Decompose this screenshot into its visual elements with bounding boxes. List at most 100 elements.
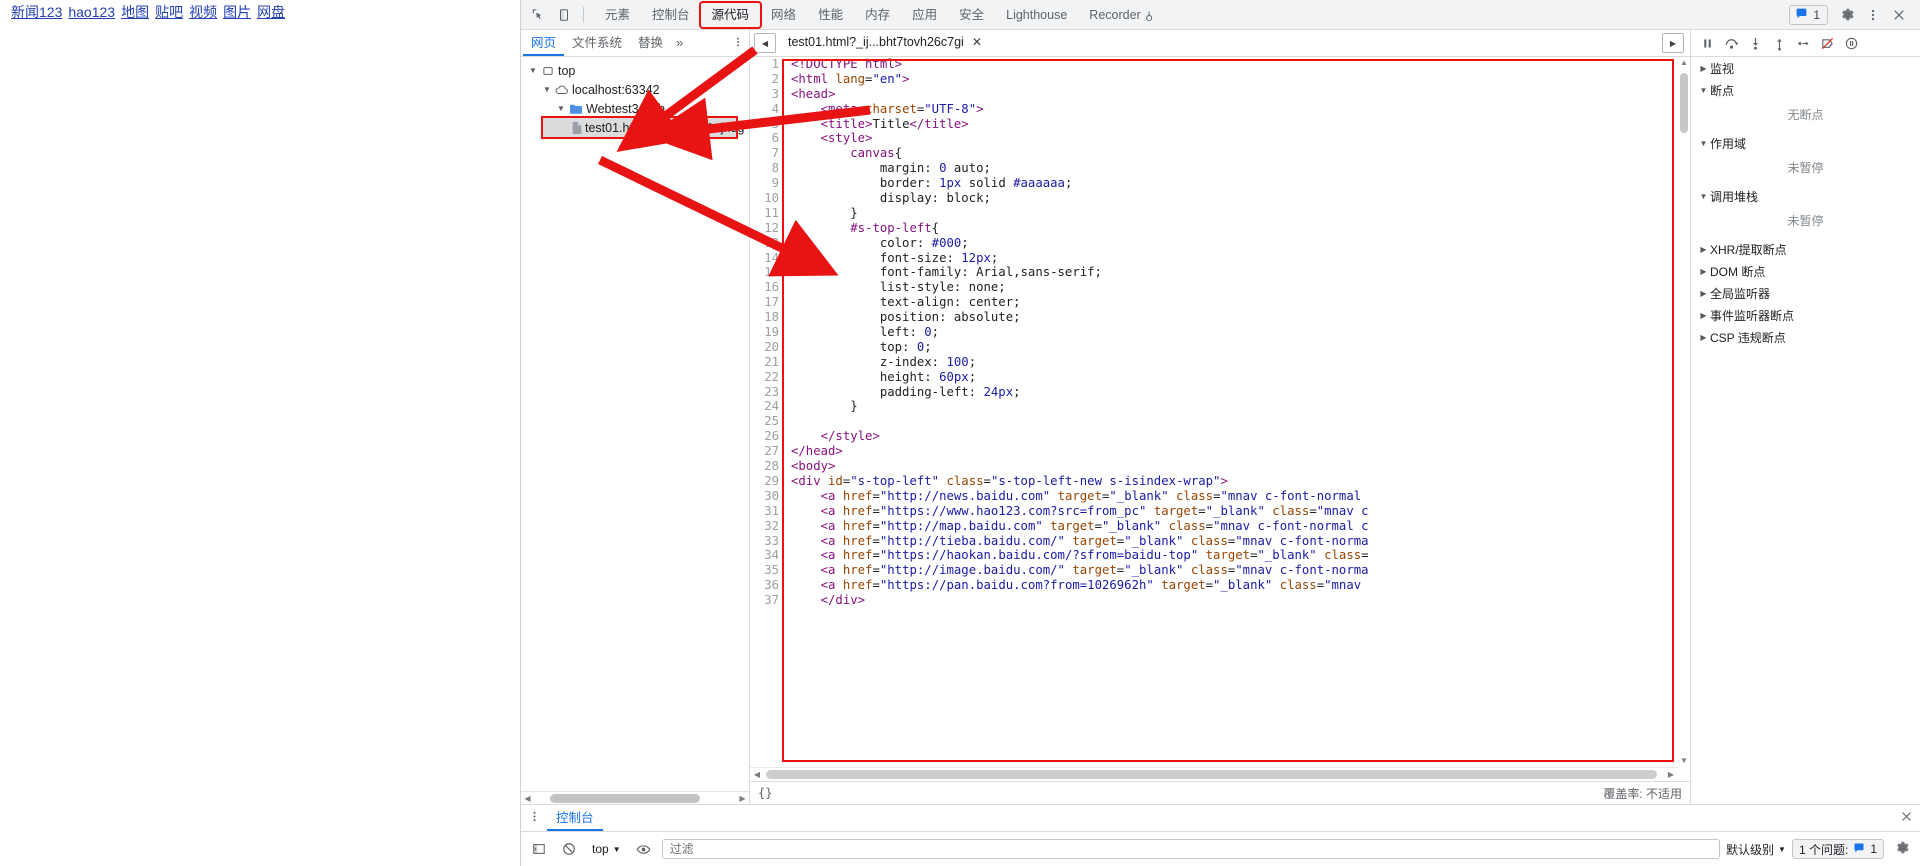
scroll-up-arrow[interactable]: ▲ [1680, 57, 1688, 69]
clear-console-icon[interactable] [557, 838, 581, 860]
line-number[interactable]: 30 [750, 489, 784, 504]
code-line[interactable]: 14 font-size: 12px; [750, 251, 1678, 266]
code-line[interactable]: 6 <style> [750, 131, 1678, 146]
code-line[interactable]: 4 <meta charset="UTF-8"> [750, 102, 1678, 117]
debugger-section-断点[interactable]: ▼ 断点 [1691, 79, 1920, 101]
code-line[interactable]: 2 <html lang="en"> [750, 72, 1678, 87]
console-filter-input[interactable] [661, 839, 1721, 859]
scroll-track[interactable] [1678, 69, 1690, 755]
code-line[interactable]: 1 <!DOCTYPE html> [750, 57, 1678, 72]
line-number[interactable]: 2 [750, 72, 784, 87]
code-line[interactable]: 9 border: 1px solid #aaaaaa; [750, 176, 1678, 191]
line-number[interactable]: 32 [750, 519, 784, 534]
code-line[interactable]: 10 display: block; [750, 191, 1678, 206]
code-line[interactable]: 12 #s-top-left{ [750, 221, 1678, 236]
code-line[interactable]: 26 </style> [750, 429, 1678, 444]
navigator-tab-替换[interactable]: 替换 [630, 30, 671, 56]
code-line[interactable]: 25 [750, 414, 1678, 429]
line-number[interactable]: 31 [750, 504, 784, 519]
code-line[interactable]: 13 color: #000; [750, 236, 1678, 251]
tree-node-localhost:63342[interactable]: ▼ localhost:63342 [521, 80, 749, 99]
page-nav-link-1[interactable]: hao123 [68, 4, 115, 20]
code-line[interactable]: 30 <a href="http://news.baidu.com" targe… [750, 489, 1678, 504]
scroll-thumb[interactable] [766, 770, 1657, 779]
code-line[interactable]: 23 padding-left: 24px; [750, 385, 1678, 400]
panel-tab-控制台[interactable]: 控制台 [641, 3, 701, 27]
line-number[interactable]: 35 [750, 563, 784, 578]
line-number[interactable]: 28 [750, 459, 784, 474]
code-line[interactable]: 5 <title>Title</title> [750, 117, 1678, 132]
line-number[interactable]: 21 [750, 355, 784, 370]
line-number[interactable]: 16 [750, 280, 784, 295]
line-number[interactable]: 11 [750, 206, 784, 221]
line-number[interactable]: 3 [750, 87, 784, 102]
panel-collapse-icon[interactable]: ◀ [754, 33, 776, 53]
line-number[interactable]: 7 [750, 146, 784, 161]
line-number[interactable]: 29 [750, 474, 784, 489]
page-nav-link-6[interactable]: 网盘 [257, 4, 285, 20]
scroll-left-arrow[interactable]: ◀ [521, 794, 534, 803]
console-level-selector[interactable]: 默认级别 ▼ [1726, 841, 1786, 858]
line-number[interactable]: 23 [750, 385, 784, 400]
line-number[interactable]: 34 [750, 548, 784, 563]
inspect-cursor-icon[interactable] [525, 3, 551, 27]
code-line[interactable]: 20 top: 0; [750, 340, 1678, 355]
line-number[interactable]: 37 [750, 593, 784, 608]
debugger-section-监视[interactable]: ▶ 监视 [1691, 57, 1920, 79]
scroll-thumb[interactable] [550, 794, 700, 803]
console-sidebar-icon[interactable] [527, 838, 551, 860]
line-number[interactable]: 19 [750, 325, 784, 340]
panel-tab-网络[interactable]: 网络 [760, 3, 807, 27]
code-line[interactable]: 8 margin: 0 auto; [750, 161, 1678, 176]
debugger-section-XHR/提取断点[interactable]: ▶ XHR/提取断点 [1691, 238, 1920, 260]
code-line[interactable]: 31 <a href="https://www.hao123.com?src=f… [750, 504, 1678, 519]
editor-tab-test01[interactable]: test01.html?_ij...bht7tovh26c7gi ✕ [776, 30, 991, 56]
kebab-menu-icon[interactable] [521, 810, 547, 826]
line-number[interactable]: 12 [750, 221, 784, 236]
panel-tab-安全[interactable]: 安全 [948, 3, 995, 27]
navigator-horizontal-scrollbar[interactable]: ◀ ▶ [521, 791, 749, 804]
line-number[interactable]: 26 [750, 429, 784, 444]
code-line[interactable]: 17 text-align: center; [750, 295, 1678, 310]
page-nav-link-4[interactable]: 视频 [189, 4, 217, 20]
kebab-menu-icon[interactable] [727, 36, 749, 51]
pause-script-button[interactable] [1696, 32, 1718, 54]
code-line[interactable]: 3 <head> [750, 87, 1678, 102]
line-number[interactable]: 14 [750, 251, 784, 266]
line-number[interactable]: 6 [750, 131, 784, 146]
debugger-section-CSP 违规断点[interactable]: ▶ CSP 违规断点 [1691, 326, 1920, 348]
line-number[interactable]: 8 [750, 161, 784, 176]
line-number[interactable]: 13 [750, 236, 784, 251]
code-line[interactable]: 36 <a href="https://pan.baidu.com?from=1… [750, 578, 1678, 593]
close-icon[interactable] [1886, 3, 1912, 27]
chevron-down-icon[interactable]: ▼ [527, 66, 539, 75]
debugger-section-DOM 断点[interactable]: ▶ DOM 断点 [1691, 260, 1920, 282]
close-icon[interactable] [1892, 810, 1920, 826]
line-number[interactable]: 17 [750, 295, 784, 310]
chevron-down-icon[interactable]: ▼ [541, 85, 553, 94]
code-viewer[interactable]: 1 <!DOCTYPE html> 2 <html lang="en"> 3 <head>… [750, 57, 1678, 763]
code-line[interactable]: 33 <a href="http://tieba.baidu.com/" tar… [750, 534, 1678, 549]
line-number[interactable]: 18 [750, 310, 784, 325]
code-line[interactable]: 32 <a href="http://map.baidu.com" target… [750, 519, 1678, 534]
scroll-left-arrow[interactable]: ◀ [750, 770, 764, 779]
scroll-track[interactable] [764, 768, 1664, 781]
line-number[interactable]: 4 [750, 102, 784, 117]
console-context-selector[interactable]: top ▼ [587, 840, 626, 858]
line-number[interactable]: 36 [750, 578, 784, 593]
panel-tab-应用[interactable]: 应用 [901, 3, 948, 27]
step-into-button[interactable] [1744, 32, 1766, 54]
line-number[interactable]: 15 [750, 265, 784, 280]
debugger-section-调用堆栈[interactable]: ▼ 调用堆栈 [1691, 185, 1920, 207]
navigator-tab-文件系统[interactable]: 文件系统 [564, 30, 630, 56]
pretty-print-button[interactable]: {} [758, 786, 772, 800]
console-issues-button[interactable]: 1 个问题: 1 [1791, 839, 1884, 859]
line-number[interactable]: 1 [750, 57, 784, 72]
line-number[interactable]: 33 [750, 534, 784, 549]
scroll-down-arrow[interactable]: ▼ [1680, 755, 1688, 767]
code-line[interactable]: 22 height: 60px; [750, 370, 1678, 385]
tree-node-Webtest3/web[interactable]: ▼ Webtest3/web [521, 99, 749, 118]
debugger-section-作用域[interactable]: ▼ 作用域 [1691, 132, 1920, 154]
debugger-section-事件监听器断点[interactable]: ▶ 事件监听器断点 [1691, 304, 1920, 326]
panel-tab-源代码[interactable]: 源代码 [698, 0, 763, 29]
